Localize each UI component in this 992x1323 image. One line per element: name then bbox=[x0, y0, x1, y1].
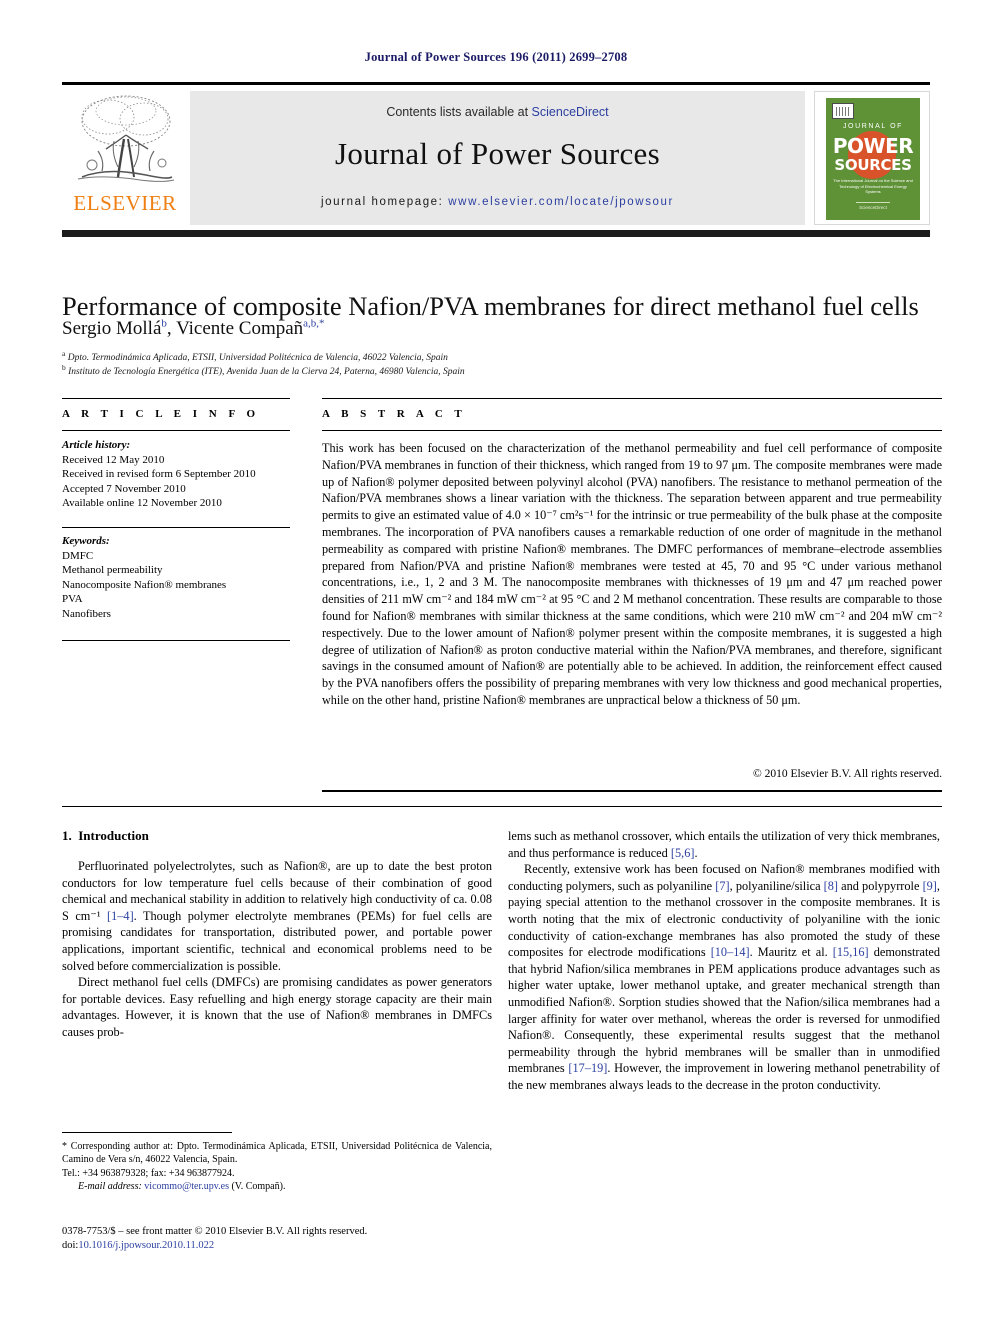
cover-sciencedirect-text: ScienceDirect bbox=[859, 205, 887, 210]
imprint-block: 0378-7753/$ – see front matter © 2010 El… bbox=[62, 1225, 562, 1253]
article-info-heading: A R T I C L E I N F O bbox=[62, 408, 260, 420]
affiliation-list: a Dpto. Termodinámica Aplicada, ETSII, U… bbox=[62, 348, 942, 380]
keyword-item: Methanol permeability bbox=[62, 564, 163, 577]
homepage-url-link[interactable]: www.elsevier.com/locate/jpowsour bbox=[448, 196, 674, 208]
article-first-page: Journal of Power Sources 196 (2011) 2699… bbox=[0, 0, 992, 1323]
abstract-bottom-rule bbox=[322, 790, 942, 792]
history-item-online: Available online 12 November 2010 bbox=[62, 497, 222, 510]
keyword-item: DMFC bbox=[62, 549, 94, 562]
paragraph: Recently, extensive work has been focuse… bbox=[508, 862, 940, 1092]
author-name-2: Vicente Compañ bbox=[176, 318, 304, 339]
section-number: 1. bbox=[62, 828, 72, 843]
cover-elsevier-icon bbox=[832, 103, 854, 119]
footnote-rule bbox=[62, 1132, 232, 1133]
doi-line: doi:10.1016/j.jpowsour.2010.11.022 bbox=[62, 1239, 562, 1253]
intro-column-right: lems such as methanol crossover, which e… bbox=[508, 828, 940, 1094]
citation-ref[interactable]: [10–14] bbox=[711, 945, 750, 959]
citation-ref[interactable]: [17–19] bbox=[568, 1061, 607, 1075]
doi-label: doi: bbox=[62, 1240, 79, 1251]
email-link[interactable]: vicommo@ter.upv.es bbox=[144, 1181, 229, 1192]
abstract-heading: A B S T R A C T bbox=[322, 408, 467, 420]
intro-column-left: Perfluorinated polyelectrolytes, such as… bbox=[62, 858, 492, 1041]
journal-cover-thumbnail[interactable]: JOURNAL OF POWER SOURCES The Internation… bbox=[814, 91, 930, 225]
abstract-rule bbox=[322, 430, 942, 431]
article-history-block: Article history: Received 12 May 2010 Re… bbox=[62, 438, 290, 511]
section-heading-introduction: 1. Introduction bbox=[62, 828, 149, 844]
masthead-bottom-rule bbox=[62, 230, 930, 237]
corresponding-author-text: * Corresponding author at: Dpto. Termodi… bbox=[62, 1141, 492, 1166]
cover-line-sources: SOURCES bbox=[834, 156, 912, 174]
elsevier-logo: ELSEVIER bbox=[62, 91, 188, 225]
keywords-block: Keywords: DMFC Methanol permeability Nan… bbox=[62, 534, 290, 622]
author-marks-2: a,b,* bbox=[303, 317, 325, 330]
paragraph: Direct methanol fuel cells (DMFCs) are p… bbox=[62, 975, 492, 1039]
affiliation-a: a Dpto. Termodinámica Aplicada, ETSII, U… bbox=[62, 348, 942, 366]
body-top-rule bbox=[62, 806, 942, 807]
abstract-copyright: © 2010 Elsevier B.V. All rights reserved… bbox=[753, 768, 942, 780]
author-list: Sergio Molláb, Vicente Compaña,b,* bbox=[62, 317, 325, 339]
email-owner: (V. Compañ). bbox=[231, 1181, 286, 1193]
citation-ref[interactable]: [8] bbox=[824, 879, 838, 893]
issn-front-matter: 0378-7753/$ – see front matter © 2010 El… bbox=[62, 1226, 368, 1237]
doi-link[interactable]: 10.1016/j.jpowsour.2010.11.022 bbox=[78, 1240, 214, 1251]
cover-line-power: POWER bbox=[832, 134, 914, 158]
contents-prefix: Contents lists available at bbox=[386, 105, 532, 119]
corresponding-author-tel: Tel.: +34 963879328; fax: +34 963877924. bbox=[62, 1167, 235, 1179]
contents-lists-line: Contents lists available at ScienceDirec… bbox=[190, 105, 805, 119]
history-item-accepted: Accepted 7 November 2010 bbox=[62, 482, 186, 495]
author-marks-1: b bbox=[161, 317, 167, 330]
keyword-item: Nanocomposite Nafion® membranes bbox=[62, 578, 227, 591]
cover-sciencedirect-mark: ScienceDirect bbox=[843, 201, 903, 210]
citation-ref[interactable]: [5,6] bbox=[671, 846, 695, 860]
paragraph: lems such as methanol crossover, which e… bbox=[508, 829, 940, 860]
journal-title: Journal of Power Sources bbox=[335, 136, 660, 171]
keywords-label: Keywords: bbox=[62, 535, 110, 547]
cover-line-journal-of: JOURNAL OF bbox=[842, 123, 904, 130]
article-info-rule bbox=[62, 430, 290, 431]
paragraph: Perfluorinated polyelectrolytes, such as… bbox=[62, 859, 492, 973]
article-title: Performance of composite Nafion/PVA memb… bbox=[62, 290, 919, 321]
elsevier-tree-icon bbox=[77, 95, 175, 182]
keyword-item: PVA bbox=[62, 593, 83, 606]
section-title-text: Introduction bbox=[78, 828, 149, 843]
email-label: E-mail address: bbox=[78, 1181, 142, 1193]
journal-homepage-line: journal homepage: www.elsevier.com/locat… bbox=[190, 196, 805, 208]
citation-ref[interactable]: [15,16] bbox=[833, 945, 869, 959]
citation-ref[interactable]: [1–4] bbox=[107, 909, 134, 923]
journal-masthead: ELSEVIER Contents lists available at Sci… bbox=[62, 82, 930, 233]
article-history-label: Article history: bbox=[62, 439, 131, 451]
history-item-revised: Received in revised form 6 September 201… bbox=[62, 468, 256, 481]
keywords-bottom-rule bbox=[62, 640, 290, 641]
running-head: Journal of Power Sources 196 (2011) 2699… bbox=[364, 50, 628, 64]
sciencedirect-link[interactable]: ScienceDirect bbox=[532, 105, 609, 119]
keywords-top-rule bbox=[62, 527, 290, 528]
homepage-label: journal homepage: bbox=[321, 196, 444, 208]
affiliation-b: b Instituto de Tecnología Energética (IT… bbox=[62, 363, 942, 380]
affiliation-text-a: Dpto. Termodinámica Aplicada, ETSII, Uni… bbox=[67, 353, 448, 363]
citation-ref[interactable]: [9] bbox=[923, 879, 937, 893]
history-item-received: Received 12 May 2010 bbox=[62, 453, 165, 466]
affiliation-text-b: Instituto de Tecnología Energética (ITE)… bbox=[68, 366, 465, 377]
abstract-text: This work has been focused on the charac… bbox=[322, 441, 942, 707]
affiliation-mark-b: b bbox=[62, 362, 66, 372]
citation-ref[interactable]: [7] bbox=[715, 879, 729, 893]
affiliation-mark-a: a bbox=[62, 348, 66, 358]
elsevier-wordmark: ELSEVIER bbox=[73, 191, 177, 215]
author-name-1: Sergio Mollá bbox=[62, 318, 162, 339]
abstract-top-rule bbox=[322, 398, 942, 399]
article-info-top-rule bbox=[62, 398, 290, 399]
masthead-band: Contents lists available at ScienceDirec… bbox=[190, 91, 805, 225]
corresponding-author-footnote: * Corresponding author at: Dpto. Termodi… bbox=[62, 1140, 492, 1194]
keyword-item: Nanofibers bbox=[62, 607, 111, 620]
cover-subtitle: The International Journal on the Science… bbox=[833, 178, 913, 194]
